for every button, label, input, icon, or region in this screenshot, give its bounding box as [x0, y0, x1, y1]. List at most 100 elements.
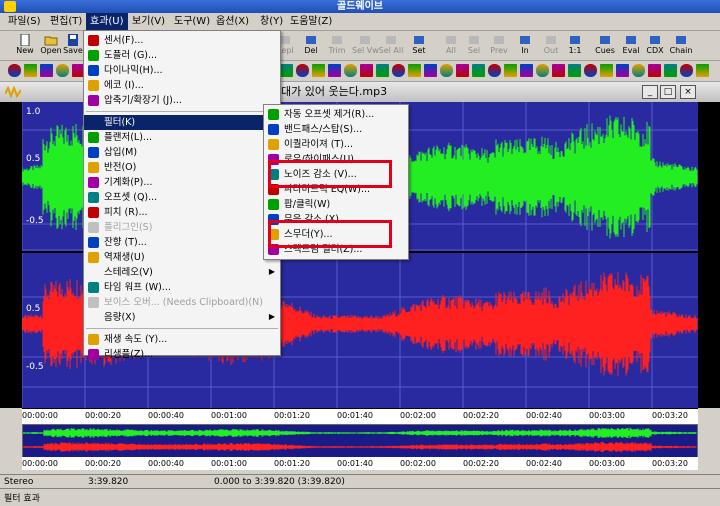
toolbar-cdx-button[interactable]: CDX — [642, 33, 668, 58]
effects-menu-item[interactable]: 삽입(M) — [84, 145, 280, 160]
effect-tool-icon[interactable] — [696, 64, 709, 77]
effect-tool-icon[interactable] — [648, 64, 661, 77]
effects-menu-item[interactable]: 플랜저(L)... — [84, 130, 280, 145]
menu-effects[interactable]: 효과(U) — [86, 13, 128, 30]
effect-tool-icon[interactable] — [344, 64, 357, 77]
effects-menu-item[interactable]: 잔향 (T)... — [84, 235, 280, 250]
effects-menu-item[interactable]: 반전(O) — [84, 160, 280, 175]
timeline-tick-label: 00:00:20 — [85, 459, 121, 468]
effect-tool-icon[interactable] — [24, 64, 37, 77]
effect-tool-icon[interactable] — [584, 64, 597, 77]
effects-menu-item[interactable]: 역재생(U) — [84, 250, 280, 265]
timeline-tick-label: 00:01:40 — [337, 411, 373, 420]
overview-waveform[interactable] — [22, 424, 698, 458]
menu-view[interactable]: 보기(V) — [128, 13, 169, 30]
effect-tool-icon[interactable] — [520, 64, 533, 77]
menu-help[interactable]: 도움말(Z) — [286, 13, 336, 30]
effects-menu-item[interactable]: 필터(K)▶ — [84, 115, 280, 130]
effect-tool-icon[interactable] — [680, 64, 693, 77]
submenu-arrow-icon: ▶ — [268, 312, 275, 321]
effect-tool-icon[interactable] — [56, 64, 69, 77]
toolbar-set-button[interactable]: Set — [406, 33, 432, 58]
effect-tool-icon[interactable] — [408, 64, 421, 77]
effects-menu-item[interactable]: 리샘플(Z)... — [84, 347, 280, 362]
save-button[interactable]: Save — [62, 33, 84, 58]
effect-tool-icon[interactable] — [376, 64, 389, 77]
toolbar-del-button[interactable]: Del — [298, 33, 324, 58]
effects-menu-item[interactable]: 압축기/확장기 (J)... — [84, 93, 280, 108]
effect-tool-icon[interactable] — [616, 64, 629, 77]
effect-tool-icon[interactable] — [440, 64, 453, 77]
effect-tool-icon[interactable] — [488, 64, 501, 77]
effect-tool-icon[interactable] — [312, 64, 325, 77]
toolbar-cues-button[interactable]: Cues — [592, 33, 618, 58]
goldwave-doc-icon — [5, 86, 21, 98]
toolbar-prev-button[interactable]: Prev — [486, 33, 512, 58]
effect-tool-icon[interactable] — [472, 64, 485, 77]
toolbar-chain-button[interactable]: Chain — [668, 33, 694, 58]
plugin-icon — [88, 222, 99, 233]
effects-menu-item[interactable]: 재생 속도 (Y)... — [84, 332, 280, 347]
toolbar-icon — [570, 36, 580, 44]
effect-tool-icon[interactable] — [568, 64, 581, 77]
effect-tool-icon[interactable] — [424, 64, 437, 77]
effects-menu-item[interactable]: 도플러 (G)... — [84, 48, 280, 63]
effect-tool-icon[interactable] — [504, 64, 517, 77]
toolbar-icon — [469, 36, 479, 44]
doc-close-button[interactable]: × — [680, 85, 696, 99]
toolbar-sel-vw-button[interactable]: Sel Vw — [352, 33, 379, 58]
doc-maximize-button[interactable]: □ — [660, 85, 676, 99]
filter-menu-item[interactable]: 밴드패스/스탑(S)... — [264, 122, 408, 137]
menu-file[interactable]: 파일(S) — [4, 13, 45, 30]
effect-tool-icon[interactable] — [360, 64, 373, 77]
effects-menu-item[interactable]: 기계화(P)... — [84, 175, 280, 190]
toolbar-sel-button[interactable]: Sel — [461, 33, 487, 58]
effect-tool-icon[interactable] — [280, 64, 293, 77]
new-file-icon — [20, 34, 30, 46]
filter-menu-item-label: 팝/클릭(W) — [284, 199, 331, 210]
toolbar-eval-button[interactable]: Eval — [618, 33, 644, 58]
effects-menu-item: 보이스 오버... (Needs Clipboard)(N) — [84, 295, 280, 310]
effects-menu-item[interactable]: 스테레오(V) ▶ — [84, 265, 280, 280]
effect-tool-icon[interactable] — [552, 64, 565, 77]
effect-tool-icon[interactable] — [456, 64, 469, 77]
doc-minimize-button[interactable]: _ — [642, 85, 658, 99]
toolbar-sel-all-button[interactable]: Sel All — [378, 33, 404, 58]
filter-menu-item[interactable]: 팝/클릭(W) — [264, 197, 408, 212]
filter-menu-item[interactable]: 이퀄라이져 (T)... — [264, 137, 408, 152]
effect-tool-icon[interactable] — [632, 64, 645, 77]
toolbar-trim-button[interactable]: Trim — [324, 33, 350, 58]
toolbar-in-button[interactable]: In — [512, 33, 538, 58]
effect-tool-icon[interactable] — [296, 64, 309, 77]
effect-tool-icon[interactable] — [664, 64, 677, 77]
effect-tool-icon[interactable] — [392, 64, 405, 77]
menu-options[interactable]: 옵션(X) — [212, 13, 253, 30]
toolbar-1-1-button[interactable]: 1:1 — [562, 33, 588, 58]
toolbar-label: Sel Vw — [352, 46, 379, 55]
open-button[interactable]: Open — [38, 33, 64, 58]
y-label-top-1: 1.0 — [26, 107, 41, 117]
filter-menu-item[interactable]: 자동 오프셋 제거(R)... — [264, 107, 408, 122]
effects-menu-item-label: 센서(F)... — [104, 35, 144, 46]
effects-menu-item[interactable]: 음량(X) ▶ — [84, 310, 280, 325]
menu-window[interactable]: 창(Y) — [256, 13, 287, 30]
toolbar-out-button[interactable]: Out — [538, 33, 564, 58]
effects-menu-item[interactable]: 타임 워프 (W)... — [84, 280, 280, 295]
timeline-tick-label: 00:02:20 — [463, 411, 499, 420]
effects-menu-item[interactable]: 오프셋 (Q)... — [84, 190, 280, 205]
menu-tools[interactable]: 도구(W) — [170, 13, 214, 30]
new-button[interactable]: New — [12, 33, 38, 58]
effect-tool-icon[interactable] — [600, 64, 613, 77]
effect-tool-icon[interactable] — [8, 64, 21, 77]
effects-menu-item[interactable]: 피치 (R)... — [84, 205, 280, 220]
effects-menu-item[interactable]: 에코 (I)... — [84, 78, 280, 93]
effects-menu-item-label: 반전(O) — [104, 162, 137, 173]
menu-edit[interactable]: 편집(T) — [46, 13, 86, 30]
effect-tool-icon[interactable] — [536, 64, 549, 77]
effects-menu-item[interactable]: 다이나믹(H)... — [84, 63, 280, 78]
effect-tool-icon[interactable] — [328, 64, 341, 77]
toolbar-icon — [414, 36, 424, 44]
timeline-tick-label: 00:02:00 — [400, 411, 436, 420]
effects-menu-item[interactable]: 센서(F)... — [84, 33, 280, 48]
effect-tool-icon[interactable] — [40, 64, 53, 77]
